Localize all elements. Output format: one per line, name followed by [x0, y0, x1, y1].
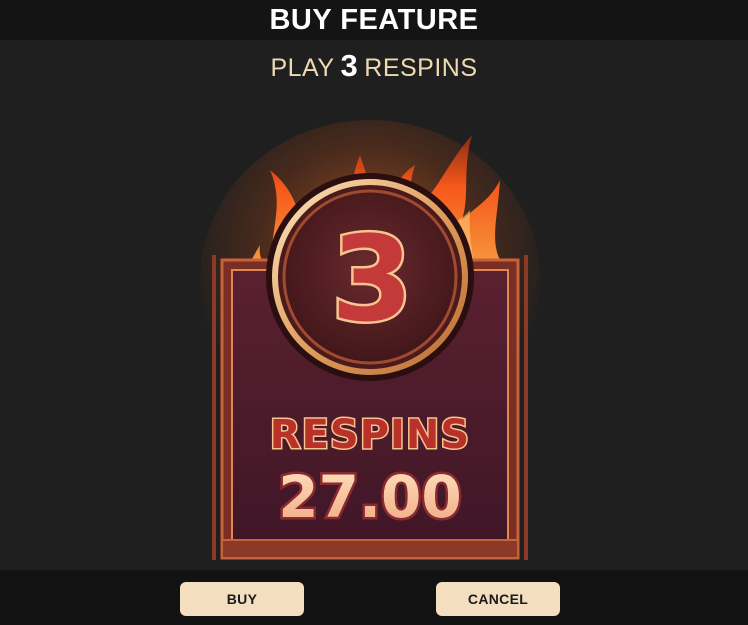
subtitle-suffix: RESPINS [364, 54, 478, 82]
feature-price: 27.00 [278, 463, 461, 531]
header-bar: BUY FEATURE [0, 0, 748, 40]
subtitle-prefix: PLAY [270, 54, 335, 82]
badge-number: 3 [331, 210, 413, 348]
feature-subtitle: PLAY 3 RESPINS [0, 48, 748, 86]
buy-button[interactable]: BUY [180, 582, 304, 616]
feature-card-art: 3 RESPINS 27.00 [200, 120, 540, 560]
dialog-title: BUY FEATURE [269, 3, 479, 36]
subtitle-count: 3 [340, 48, 359, 83]
dialog-footer: BUY CANCEL [0, 570, 748, 625]
card-frame-bottom [221, 539, 519, 559]
buy-feature-dialog: BUY FEATURE PLAY 3 RESPINS 3 RESPINS 27.… [0, 0, 748, 625]
respins-feature-card[interactable]: 3 RESPINS 27.00 [200, 110, 540, 570]
respins-label: RESPINS [270, 412, 470, 458]
cancel-button[interactable]: CANCEL [436, 582, 560, 616]
